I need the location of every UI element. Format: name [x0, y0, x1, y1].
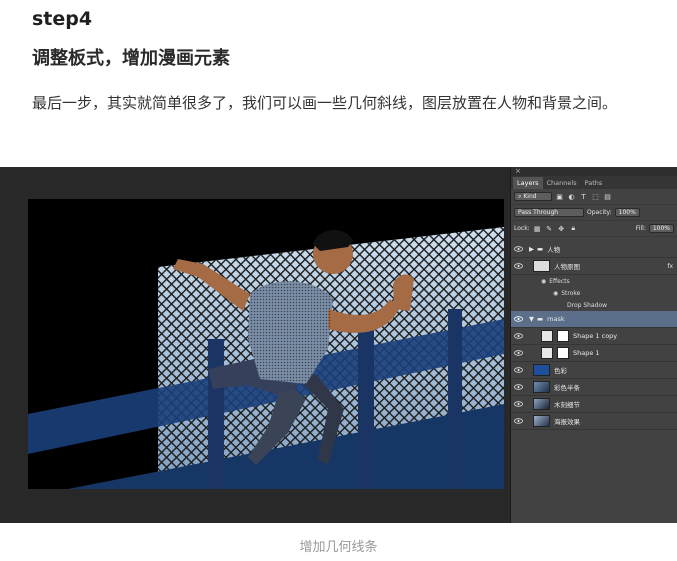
kind-label: Kind: [523, 193, 537, 200]
panel-tabs: Layers Channels Paths: [511, 176, 677, 189]
layer-name: 人物原图: [554, 263, 580, 271]
lock-position-icon[interactable]: ✥: [557, 224, 566, 233]
filter-row: ⌕ Kind ▣ ◐ T ⬚ ▤: [511, 189, 677, 205]
fill-thumbnail: [533, 364, 550, 376]
layer-group-person[interactable]: ▶ ▬ 人物: [511, 241, 677, 258]
tab-layers[interactable]: Layers: [513, 177, 543, 189]
layer-color-halftone[interactable]: 彩色半条: [511, 379, 677, 396]
effect-drop-shadow-label: Drop Shadow: [567, 301, 608, 309]
tab-channels[interactable]: Channels: [543, 177, 581, 189]
section-subtitle: 调整板式，增加漫画元素: [32, 48, 230, 69]
shape-thumbnail: [541, 347, 553, 359]
fill-input[interactable]: 100%: [648, 224, 674, 233]
blend-row: Pass Through Opacity: 100%: [511, 205, 677, 221]
filter-pixel-icon[interactable]: ▣: [555, 192, 564, 201]
filter-smart-object-icon[interactable]: ▤: [603, 192, 612, 201]
panel-topbar: ×: [511, 167, 677, 176]
step-title: step4: [32, 8, 93, 30]
effect-eye-icon[interactable]: ◉: [541, 278, 546, 285]
layer-color-fill[interactable]: 色彩: [511, 362, 677, 379]
visibility-eye-icon[interactable]: [511, 401, 525, 407]
layer-thumbnail: [533, 260, 550, 272]
layer-name: 色彩: [554, 367, 567, 375]
artwork-image: [28, 199, 504, 489]
photoshop-screenshot: × Layers Channels Paths ⌕ Kind ▣ ◐ T ⬚ ▤…: [0, 167, 677, 523]
layer-name: mask: [547, 315, 565, 323]
layer-name: 人物: [547, 246, 561, 254]
kind-filter-select[interactable]: ⌕ Kind: [514, 192, 552, 201]
opacity-input[interactable]: 100%: [614, 208, 640, 217]
fx-icon[interactable]: fx: [667, 263, 673, 270]
folder-icon: ▬: [537, 315, 544, 323]
search-icon: ⌕: [518, 192, 522, 200]
visibility-eye-icon[interactable]: [511, 384, 525, 390]
layer-name: Shape 1 copy: [573, 332, 618, 340]
group-collapse-arrow-icon[interactable]: ▼: [529, 315, 534, 323]
layer-woodcut-detail[interactable]: 木刻细节: [511, 396, 677, 413]
tab-paths[interactable]: Paths: [581, 177, 607, 189]
effects-row[interactable]: ◉ Effects: [511, 275, 677, 287]
shape-thumbnail: [541, 330, 553, 342]
layer-person-original[interactable]: 人物原图 fx: [511, 258, 677, 275]
filter-shape-icon[interactable]: ⬚: [591, 192, 600, 201]
folder-icon: ▬: [537, 245, 544, 253]
layer-name: Shape 1: [573, 349, 600, 357]
layers-list: ▶ ▬ 人物 人物原图 fx ◉ Effects ◉ Stroke Drop S…: [511, 241, 677, 430]
visibility-eye-icon[interactable]: [511, 263, 525, 269]
document-canvas: [0, 167, 510, 523]
artwork-running-man: [28, 199, 504, 489]
filter-type-icon[interactable]: T: [579, 192, 588, 201]
lock-label: Lock:: [514, 225, 530, 232]
filter-adjustment-icon[interactable]: ◐: [567, 192, 576, 201]
image-caption: 增加几何线条: [299, 540, 378, 555]
vector-mask-thumbnail: [557, 330, 569, 342]
layer-group-mask[interactable]: ▼ ▬ mask: [511, 311, 677, 328]
layer-shape-1-copy[interactable]: Shape 1 copy: [511, 328, 677, 345]
visibility-eye-icon[interactable]: [511, 246, 525, 252]
effects-label: Effects: [549, 277, 570, 285]
visibility-eye-icon[interactable]: [511, 316, 525, 322]
layer-name: 木刻细节: [554, 401, 580, 409]
effect-stroke-row[interactable]: ◉ Stroke: [511, 287, 677, 299]
layer-thumbnail: [533, 381, 550, 393]
layer-thumbnail: [533, 415, 550, 427]
effect-eye-icon[interactable]: ◉: [553, 290, 558, 297]
lock-pixels-icon[interactable]: ✎: [545, 224, 554, 233]
vector-mask-thumbnail: [557, 347, 569, 359]
group-expand-arrow-icon[interactable]: ▶: [529, 245, 534, 253]
layer-name: 彩色半条: [554, 384, 580, 392]
layers-panel: × Layers Channels Paths ⌕ Kind ▣ ◐ T ⬚ ▤…: [510, 167, 677, 523]
layer-poster-effect[interactable]: 海报效果: [511, 413, 677, 430]
layer-name: 海报效果: [554, 418, 580, 426]
lock-transparency-icon[interactable]: ▦: [533, 224, 542, 233]
effect-drop-shadow-row[interactable]: Drop Shadow: [511, 299, 677, 311]
panel-close-icon[interactable]: ×: [515, 167, 521, 175]
visibility-eye-icon[interactable]: [511, 418, 525, 424]
layer-shape-1[interactable]: Shape 1: [511, 345, 677, 362]
description-paragraph: 最后一步，其实就简单很多了，我们可以画一些几何斜线，图层放置在人物和背景之间。: [32, 94, 618, 112]
visibility-eye-icon[interactable]: [511, 367, 525, 373]
visibility-eye-icon[interactable]: [511, 333, 525, 339]
visibility-eye-icon[interactable]: [511, 350, 525, 356]
opacity-label: Opacity:: [587, 209, 612, 216]
effect-stroke-label: Stroke: [561, 289, 581, 297]
lock-row: Lock: ▦ ✎ ✥ 🔒︎ Fill: 100%: [511, 221, 677, 237]
fill-label: Fill:: [635, 225, 646, 232]
layer-thumbnail: [533, 398, 550, 410]
lock-all-icon[interactable]: 🔒︎: [569, 224, 578, 233]
blend-mode-select[interactable]: Pass Through: [514, 208, 584, 217]
